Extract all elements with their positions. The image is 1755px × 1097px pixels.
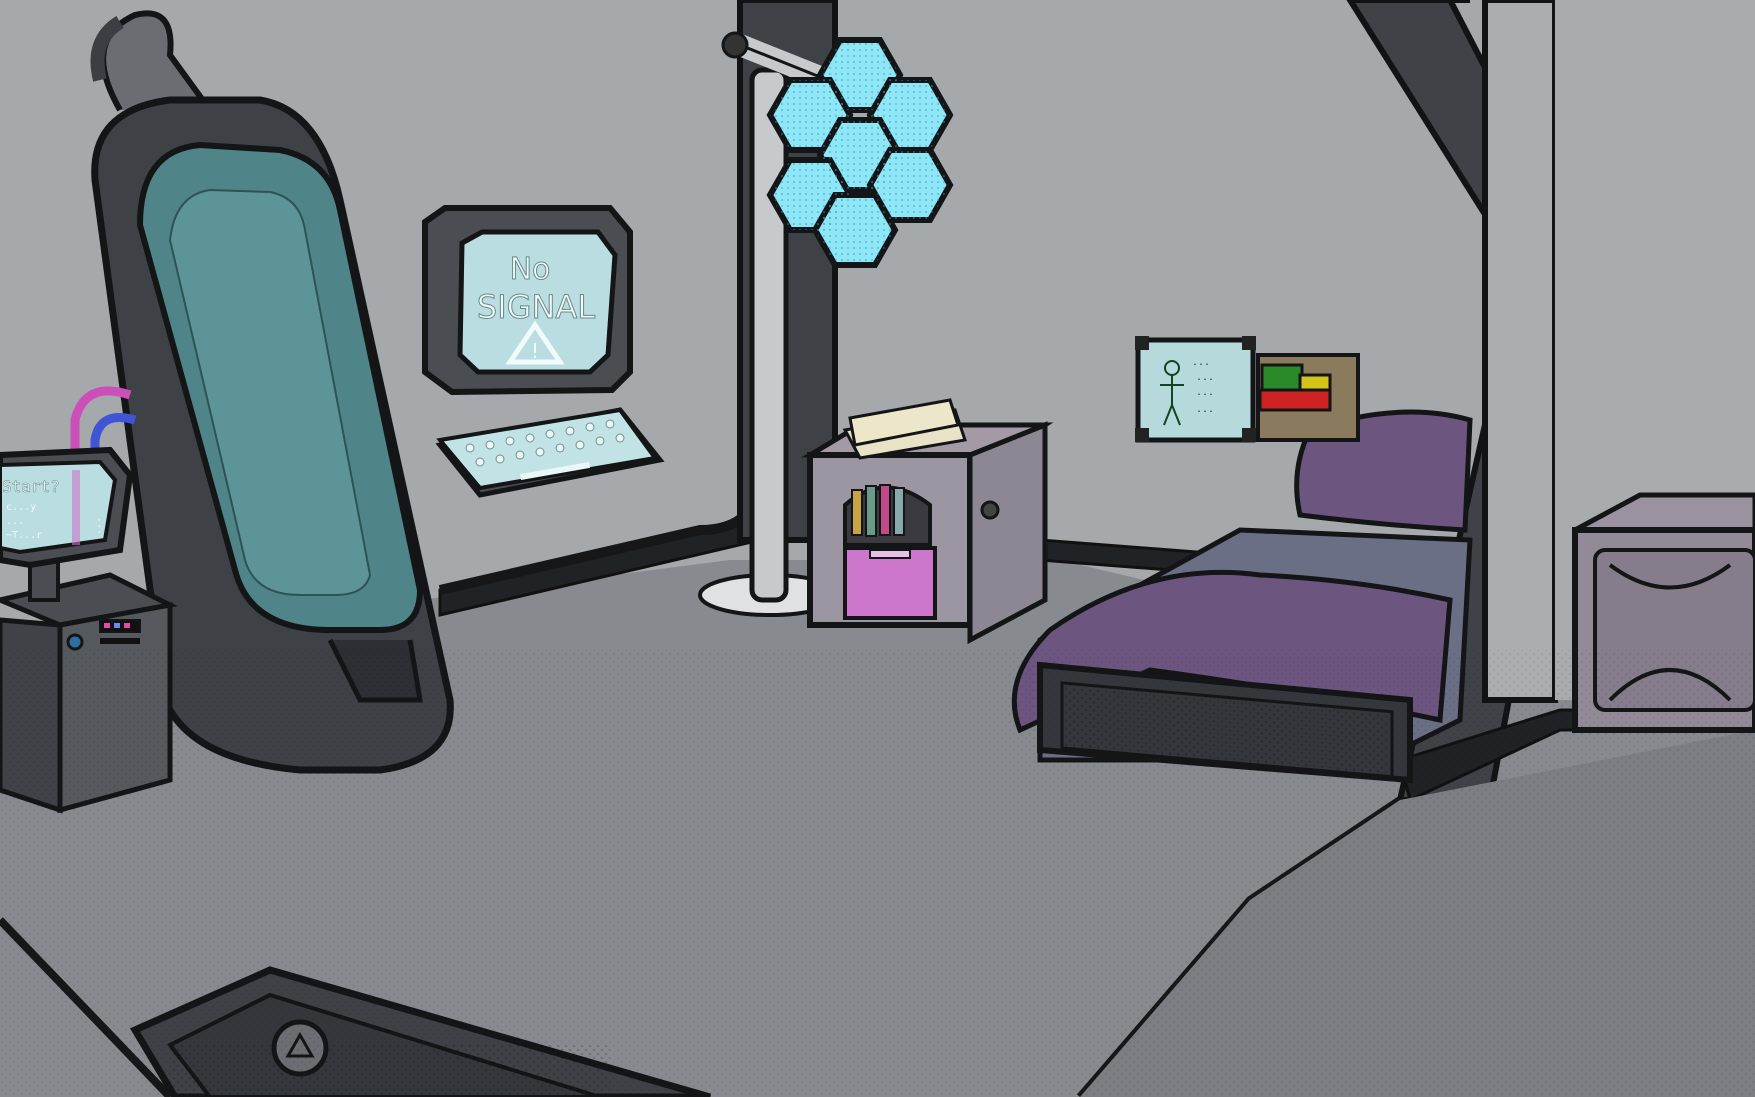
no-signal-line-1: No [510,252,551,287]
wall-shelf[interactable] [1256,353,1360,442]
spaceship-room-scene: ... ... ... ... No SIGNAL ! Start? c...y… [0,0,1755,1097]
headphones-icon[interactable] [980,500,1000,520]
no-signal-line-2: SIGNAL [477,288,595,326]
side-monitor-line-1: c...y [6,502,36,513]
side-monitor-title: Start? [2,477,60,496]
body-chart-poster[interactable]: ... ... ... ... [1135,336,1256,443]
wall-monitor[interactable]: No SIGNAL ! [422,205,633,396]
chart-line-1: ... [1192,357,1210,368]
side-monitor[interactable]: Start? c...y ... ~T...r ... [0,446,134,569]
nightstand[interactable] [800,398,1054,645]
console-button[interactable] [66,633,84,651]
chart-line-3: ... [1196,387,1214,398]
warning-glyph: ! [531,339,539,363]
side-monitor-line-3: ~T...r [6,530,42,541]
chart-line-2: ... [1196,372,1214,383]
halftone-floor [0,650,1755,1097]
chart-line-4: ... [1196,404,1214,415]
side-monitor-line-2: ... [6,516,24,527]
side-monitor-vertical-text: ... [92,517,103,535]
doorway-jamb [1482,0,1558,703]
